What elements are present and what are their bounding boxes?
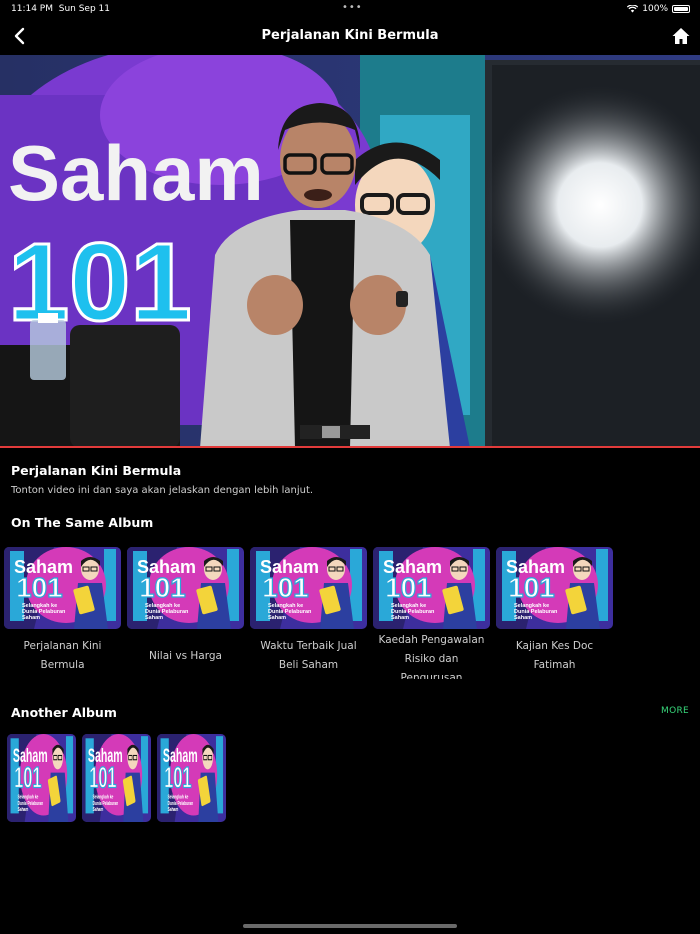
cover-text: Saham bbox=[391, 615, 409, 621]
nav-bar: Perjalanan Kini Bermula bbox=[0, 18, 700, 54]
multitask-dots-icon[interactable]: ••• bbox=[342, 2, 363, 13]
album-cover-art: Saham 101 Selangkah ke Dunia Pelaburan S… bbox=[157, 734, 226, 822]
another-album-heading: Another Album bbox=[11, 705, 117, 720]
album-cover[interactable]: Saham 101 Selangkah ke Dunia Pelaburan S… bbox=[157, 734, 226, 822]
cover-text: 101 bbox=[16, 572, 63, 603]
cover-text: Saham bbox=[93, 806, 104, 813]
cover-text: Selangkah ke bbox=[18, 793, 39, 800]
album-cover-art: Saham 101 Selangkah ke Dunia Pelaburan S… bbox=[127, 547, 244, 629]
episode-caption: Nilai vs Harga bbox=[149, 650, 222, 662]
page-title: Perjalanan Kini Bermula bbox=[261, 28, 439, 43]
album-episode-card[interactable]: Saham 101 Selangkah ke Dunia Pelaburan S… bbox=[250, 547, 367, 685]
home-icon[interactable] bbox=[670, 25, 692, 47]
same-album-heading: On The Same Album bbox=[11, 515, 154, 530]
cover-text: Saham bbox=[168, 806, 179, 813]
another-album-list: Saham 101 Selangkah ke Dunia Pelaburan S… bbox=[7, 734, 232, 822]
cover-text: Dunia Pelaburan bbox=[168, 800, 194, 807]
home-indicator[interactable] bbox=[243, 924, 457, 928]
album-episode-card[interactable]: Saham 101 Selangkah ke Dunia Pelaburan S… bbox=[127, 547, 244, 685]
more-link[interactable]: MORE bbox=[661, 706, 689, 716]
cover-text: 101 bbox=[385, 572, 432, 603]
cover-text: 101 bbox=[262, 572, 309, 603]
status-right: 100% bbox=[627, 4, 690, 14]
episode-caption: Perjalanan Kini Bermula bbox=[23, 640, 102, 671]
episode-thumbnail[interactable]: Saham 101 Selangkah ke Dunia Pelaburan S… bbox=[4, 547, 121, 629]
cover-text: 101 bbox=[89, 762, 117, 795]
cover-text: Saham bbox=[268, 615, 286, 621]
battery-icon bbox=[672, 5, 690, 13]
video-progress-bar[interactable] bbox=[0, 446, 700, 448]
episode-title: Perjalanan Kini Bermula bbox=[11, 463, 182, 478]
album-cover-art: Saham 101 Selangkah ke Dunia Pelaburan S… bbox=[496, 547, 613, 629]
cover-text: 101 bbox=[139, 572, 186, 603]
cover-text: Dunia Pelaburan bbox=[18, 800, 44, 807]
episode-caption: Kaedah Pengawalan Risiko dan Pengurusan bbox=[378, 634, 485, 679]
album-cover-art: Saham 101 Selangkah ke Dunia Pelaburan S… bbox=[82, 734, 151, 822]
status-bar: 11:14 PM Sun Sep 11 ••• 100% bbox=[0, 0, 700, 18]
cover-text: Saham bbox=[145, 615, 163, 621]
episode-caption: Waktu Terbaik Jual Beli Saham bbox=[260, 640, 357, 671]
cover-text: 101 bbox=[14, 762, 42, 795]
episode-thumbnail[interactable]: Saham 101 Selangkah ke Dunia Pelaburan S… bbox=[496, 547, 613, 629]
episode-description: Tonton video ini dan saya akan jelaskan … bbox=[11, 485, 314, 496]
cover-text: 101 bbox=[164, 762, 192, 795]
cover-text: Saham bbox=[18, 806, 29, 813]
album-cover[interactable]: Saham 101 Selangkah ke Dunia Pelaburan S… bbox=[82, 734, 151, 822]
episode-thumbnail[interactable]: Saham 101 Selangkah ke Dunia Pelaburan S… bbox=[250, 547, 367, 629]
status-time: 11:14 PM Sun Sep 11 bbox=[11, 4, 110, 14]
same-album-list: Saham 101 Selangkah ke Dunia Pelaburan S… bbox=[4, 547, 619, 685]
cover-text: 101 bbox=[508, 572, 555, 603]
cover-text: Selangkah ke bbox=[93, 793, 114, 800]
video-player[interactable]: Saham 101 bbox=[0, 55, 700, 448]
album-cover-art: Saham 101 Selangkah ke Dunia Pelaburan S… bbox=[7, 734, 76, 822]
cover-text: Saham bbox=[22, 615, 40, 621]
wifi-icon bbox=[627, 5, 639, 13]
episode-caption: Kajian Kes Doc Fatimah bbox=[515, 640, 594, 671]
album-episode-card[interactable]: Saham 101 Selangkah ke Dunia Pelaburan S… bbox=[496, 547, 613, 685]
svg-text:Saham: Saham bbox=[8, 129, 264, 217]
album-episode-card[interactable]: Saham 101 Selangkah ke Dunia Pelaburan S… bbox=[373, 547, 490, 685]
album-cover-art: Saham 101 Selangkah ke Dunia Pelaburan S… bbox=[250, 547, 367, 629]
cover-text: Selangkah ke bbox=[168, 793, 189, 800]
episode-thumbnail[interactable]: Saham 101 Selangkah ke Dunia Pelaburan S… bbox=[373, 547, 490, 629]
album-cover[interactable]: Saham 101 Selangkah ke Dunia Pelaburan S… bbox=[7, 734, 76, 822]
video-frame: Saham 101 bbox=[0, 55, 700, 448]
album-episode-card[interactable]: Saham 101 Selangkah ke Dunia Pelaburan S… bbox=[4, 547, 121, 685]
episode-thumbnail[interactable]: Saham 101 Selangkah ke Dunia Pelaburan S… bbox=[127, 547, 244, 629]
cover-text: Saham bbox=[514, 615, 532, 621]
cover-text: Dunia Pelaburan bbox=[93, 800, 119, 807]
album-cover-art: Saham 101 Selangkah ke Dunia Pelaburan S… bbox=[4, 547, 121, 629]
album-cover-art: Saham 101 Selangkah ke Dunia Pelaburan S… bbox=[373, 547, 490, 629]
battery-percent: 100% bbox=[642, 4, 668, 14]
